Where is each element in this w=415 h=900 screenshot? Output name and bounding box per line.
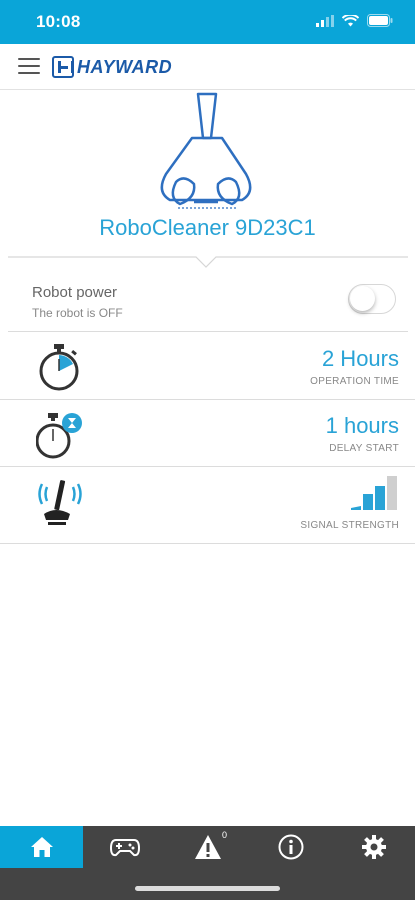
status-bar: 10:08 (0, 0, 415, 44)
robot-power-toggle[interactable] (348, 284, 396, 314)
alert-count-badge: 0 (222, 830, 228, 840)
operation-time-label: OPERATION TIME (310, 376, 399, 387)
delay-start-value: 1 hours (325, 413, 399, 438)
delay-start-label: DELAY START (329, 443, 399, 454)
signal-strength-row: SIGNAL STRENGTH (0, 468, 415, 544)
wifi-icon (342, 14, 359, 26)
battery-icon (367, 14, 393, 27)
logo-text: HAYWARD (77, 56, 173, 77)
home-indicator[interactable] (135, 886, 280, 891)
operation-time-value: 2 Hours (321, 346, 399, 371)
nav-home[interactable] (0, 826, 83, 868)
signal-strength-bars (351, 476, 397, 510)
robot-power-title: Robot power (32, 284, 118, 301)
alert-icon (194, 835, 221, 859)
stopwatch-icon (39, 344, 79, 391)
nav-settings[interactable] (332, 826, 415, 868)
robot-name[interactable]: RoboCleaner 9D23C1 (0, 215, 415, 241)
status-icons (316, 14, 393, 27)
hayward-logo-mark (52, 56, 74, 78)
hayward-logo: HAYWARD (52, 56, 172, 78)
nav-info[interactable] (249, 826, 332, 868)
home-icon (30, 837, 53, 857)
section-divider (8, 256, 408, 268)
info-icon (278, 834, 303, 860)
cellular-signal-icon (316, 14, 334, 27)
signal-strength-label: SIGNAL STRENGTH (300, 520, 399, 531)
robot-signal-icon (38, 480, 82, 525)
gamepad-icon (109, 839, 140, 857)
status-time: 10:08 (36, 12, 81, 31)
menu-icon[interactable] (18, 58, 40, 74)
delay-start-row[interactable]: 1 hours DELAY START (0, 401, 415, 467)
stopwatch-hourglass-icon (36, 413, 82, 459)
nav-alerts[interactable] (166, 826, 249, 868)
robot-power-row: Robot power The robot is OFF (8, 270, 408, 332)
nav-remote-control[interactable] (83, 826, 166, 868)
robot-cleaner-illustration (160, 92, 252, 209)
app-header: HAYWARD (0, 44, 415, 90)
settings-icon (361, 835, 386, 859)
robot-power-status: The robot is OFF (32, 306, 123, 320)
operation-time-row[interactable]: 2 Hours OPERATION TIME (0, 334, 415, 400)
